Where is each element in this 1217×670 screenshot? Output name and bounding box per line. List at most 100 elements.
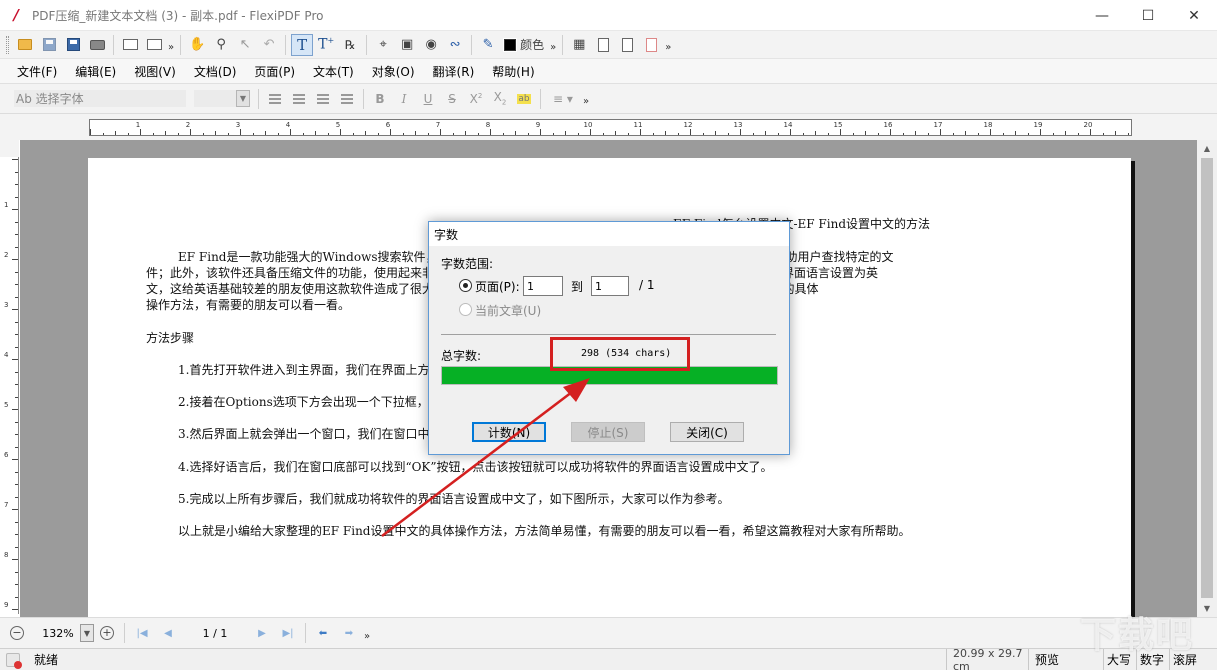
menu-edit[interactable]: 编辑(E) [75, 63, 116, 80]
zoom-dropdown[interactable]: ▼ [80, 624, 94, 642]
print-button[interactable] [86, 34, 108, 56]
from-page-input[interactable]: 1 [523, 276, 563, 296]
toolbar-overflow-icon[interactable]: » [168, 36, 174, 53]
line-spacing-button[interactable]: ≡ ▾ [546, 88, 580, 110]
ruler-number: 5 [335, 121, 341, 129]
arrow-cursor-icon: ↖ [239, 37, 251, 52]
align-center-button[interactable] [288, 88, 310, 110]
new-page-button[interactable] [592, 34, 614, 56]
ruler-tick [165, 131, 166, 135]
menu-help[interactable]: 帮助(H) [492, 63, 534, 80]
step-line[interactable]: 5.完成以上所有步骤后，我们就成功将软件的界面语言设置成中文了，如下图所示，大家… [178, 490, 729, 507]
hand-tool-button[interactable]: ✋ [186, 34, 208, 56]
menu-view[interactable]: 视图(V) [134, 63, 176, 80]
scroll-up-icon[interactable]: ▲ [1197, 140, 1217, 157]
view-continuous-button[interactable] [143, 34, 165, 56]
menu-object[interactable]: 对象(O) [372, 63, 415, 80]
text-frame-button[interactable]: ℞ [339, 34, 361, 56]
undo-button[interactable]: ↶ [258, 34, 280, 56]
superscript-button[interactable]: X2 [465, 88, 487, 110]
close-window-icon[interactable]: ✕ [1171, 0, 1217, 31]
open-button[interactable] [14, 34, 36, 56]
select-tool-button[interactable]: ↖ [234, 34, 256, 56]
curve-button[interactable]: ∾ [444, 34, 466, 56]
menu-document[interactable]: 文档(D) [194, 63, 237, 80]
last-page-button[interactable]: ▶| [278, 624, 298, 642]
zoom-in-button[interactable]: + [100, 626, 114, 640]
ruler-tick [727, 133, 729, 135]
edit-page-button[interactable] [616, 34, 638, 56]
align-left-button[interactable] [264, 88, 286, 110]
forward-view-button[interactable]: ➡ [339, 624, 359, 642]
status-text: 就绪 [34, 653, 59, 667]
zoom-out-button[interactable]: − [10, 626, 24, 640]
crop-button[interactable]: ⌖ [372, 34, 394, 56]
ruler-tick [90, 129, 91, 135]
ruler-tick [177, 133, 179, 135]
current-article-label[interactable]: 当前文章(U) [475, 302, 541, 319]
stop-button[interactable]: 停止(S) [571, 422, 645, 442]
vertical-scrollbar[interactable]: ▲ ▼ [1197, 140, 1217, 617]
page-indicator[interactable]: 1 / 1 [191, 627, 239, 640]
next-page-button[interactable]: ▶ [252, 624, 272, 642]
close-button[interactable]: 关闭(C) [670, 422, 744, 442]
align-right-button[interactable] [312, 88, 334, 110]
to-page-input[interactable]: 1 [591, 276, 629, 296]
first-page-button[interactable]: |◀ [132, 624, 152, 642]
section-heading[interactable]: 方法步骤 [146, 329, 194, 346]
toolbar-overflow-icon[interactable]: » [583, 90, 589, 107]
count-button[interactable]: 计数(N) [472, 422, 546, 442]
color-button[interactable]: 颜色 [501, 34, 547, 56]
toolbar-overflow-icon[interactable]: » [550, 36, 556, 53]
save-as-button[interactable] [62, 34, 84, 56]
view-single-button[interactable] [119, 34, 141, 56]
paragraph-line[interactable]: 操作方法，有需要的朋友可以看一看。 [146, 296, 350, 313]
back-view-button[interactable]: ⬅ [313, 624, 333, 642]
font-family-select[interactable]: Ab 选择字体 [14, 90, 186, 107]
toolbar-overflow-icon[interactable]: » [364, 625, 370, 642]
prev-page-button[interactable]: ◀ [158, 624, 178, 642]
subscript-button[interactable]: X2 [489, 88, 511, 110]
save-as-icon [66, 38, 80, 51]
ruler-tick [840, 129, 841, 135]
menu-text[interactable]: 文本(T) [313, 63, 354, 80]
toolbar-overflow-icon[interactable]: » [665, 36, 671, 53]
maximize-icon[interactable]: ☐ [1125, 0, 1171, 31]
text-tool-button[interactable]: T [291, 33, 314, 56]
format-toolbar: Ab 选择字体 ▼ B I U S X2 X2 ab ≡ ▾ » [0, 84, 1217, 114]
add-text-button[interactable]: T+ [315, 34, 337, 56]
justify-button[interactable] [336, 88, 358, 110]
ruler-tick [15, 596, 18, 598]
menu-file[interactable]: 文件(F) [17, 63, 57, 80]
page-range-label[interactable]: 页面(P): [475, 278, 520, 295]
toolbar-grip[interactable] [6, 35, 9, 54]
conclusion-line[interactable]: 以上就是小编给大家整理的EF Find设置中文的具体操作方法，方法简单易懂，有需… [178, 522, 910, 539]
ruler-number: 19 [1033, 121, 1043, 129]
save-button[interactable] [38, 34, 60, 56]
current-article-radio[interactable] [459, 303, 472, 316]
underline-button[interactable]: U [417, 88, 439, 110]
step-line[interactable]: 4.选择好语言后，我们在窗口底部可以找到“OK”按钮，点击该按钮就可以成功将软件… [178, 458, 773, 475]
italic-button[interactable]: I [393, 88, 415, 110]
delete-page-button[interactable] [640, 34, 662, 56]
page-range-radio[interactable] [459, 279, 472, 292]
scrollbar-thumb[interactable] [1201, 158, 1213, 598]
highlight-button[interactable]: ab [513, 88, 535, 110]
screenshot-button[interactable]: ▦ [568, 34, 590, 56]
zoom-level-field[interactable]: 132% [38, 624, 78, 642]
ruler-tick [665, 131, 666, 135]
menu-page[interactable]: 页面(P) [254, 63, 295, 80]
strikethrough-button[interactable]: S [441, 88, 463, 110]
camera-button[interactable]: ◉ [420, 34, 442, 56]
minimize-icon[interactable]: — [1079, 0, 1125, 31]
font-size-select[interactable]: ▼ [194, 90, 250, 107]
eyedropper-button[interactable]: ✎ [477, 34, 499, 56]
ruler-tick [340, 129, 341, 135]
ruler-number: 16 [883, 121, 893, 129]
bold-button[interactable]: B [369, 88, 391, 110]
image-button[interactable]: ▣ [396, 34, 418, 56]
ruler-tick [12, 209, 18, 210]
zoom-tool-button[interactable]: ⚲ [210, 34, 232, 56]
menu-translate[interactable]: 翻译(R) [433, 63, 475, 80]
screenshot-icon: ▦ [573, 37, 586, 52]
